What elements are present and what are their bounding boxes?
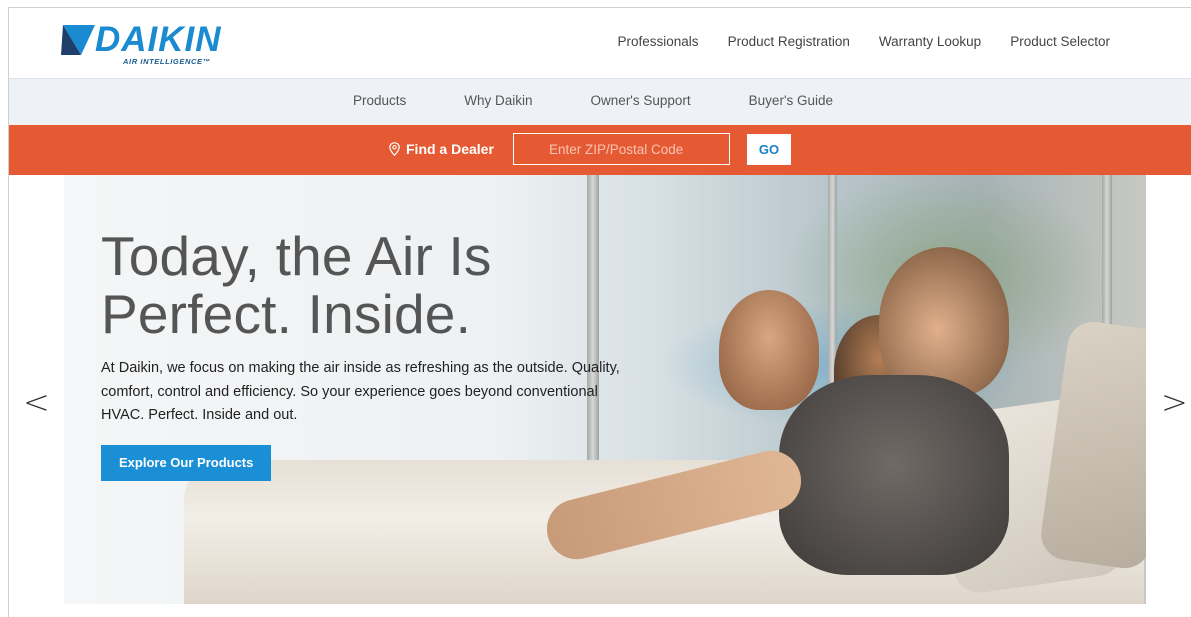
map-pin-icon <box>389 142 400 156</box>
daikin-logo[interactable]: DAIKIN AIR INTELLIGENCE™ <box>61 20 231 70</box>
hero-person-shape <box>779 375 1009 575</box>
hero-text-block: Today, the Air Is Perfect. Inside. At Da… <box>101 227 641 481</box>
nav-item-products[interactable]: Products <box>353 93 406 108</box>
zip-code-input[interactable] <box>513 133 730 165</box>
find-dealer-bar: Find a Dealer GO <box>9 125 1191 175</box>
hero-headline: Today, the Air Is Perfect. Inside. <box>101 227 641 343</box>
main-nav: Products Why Daikin Owner's Support Buye… <box>9 78 1191 125</box>
utility-link-professionals[interactable]: Professionals <box>618 34 699 49</box>
hero-description: At Daikin, we focus on making the air in… <box>101 360 620 423</box>
nav-item-buyers-guide[interactable]: Buyer's Guide <box>749 93 833 108</box>
nav-item-why-daikin[interactable]: Why Daikin <box>464 93 532 108</box>
logo-wordmark: DAIKIN <box>95 20 222 59</box>
utility-nav: Professionals Product Registration Warra… <box>618 34 1110 49</box>
hero-banner: Today, the Air Is Perfect. Inside. At Da… <box>64 175 1146 604</box>
site-header: DAIKIN AIR INTELLIGENCE™ Professionals P… <box>9 8 1191 78</box>
hero-pillow-shape <box>1037 318 1146 572</box>
find-dealer-text: Find a Dealer <box>406 141 494 157</box>
hero-headline-line-2: Perfect. Inside. <box>101 283 472 345</box>
hero-headline-line-1: Today, the Air Is <box>101 225 492 287</box>
carousel-prev-icon[interactable]: < <box>23 386 50 418</box>
utility-link-product-registration[interactable]: Product Registration <box>728 34 850 49</box>
logo-tagline: AIR INTELLIGENCE™ <box>123 57 211 66</box>
find-dealer-label: Find a Dealer <box>389 141 494 157</box>
utility-link-warranty-lookup[interactable]: Warranty Lookup <box>879 34 981 49</box>
utility-link-product-selector[interactable]: Product Selector <box>1010 34 1110 49</box>
hero-person-shape <box>719 290 819 410</box>
browser-page: DAIKIN AIR INTELLIGENCE™ Professionals P… <box>8 7 1191 617</box>
go-button[interactable]: GO <box>747 134 791 165</box>
nav-item-owners-support[interactable]: Owner's Support <box>591 93 691 108</box>
explore-products-button[interactable]: Explore Our Products <box>101 444 272 481</box>
carousel-next-icon[interactable]: > <box>1161 386 1188 418</box>
